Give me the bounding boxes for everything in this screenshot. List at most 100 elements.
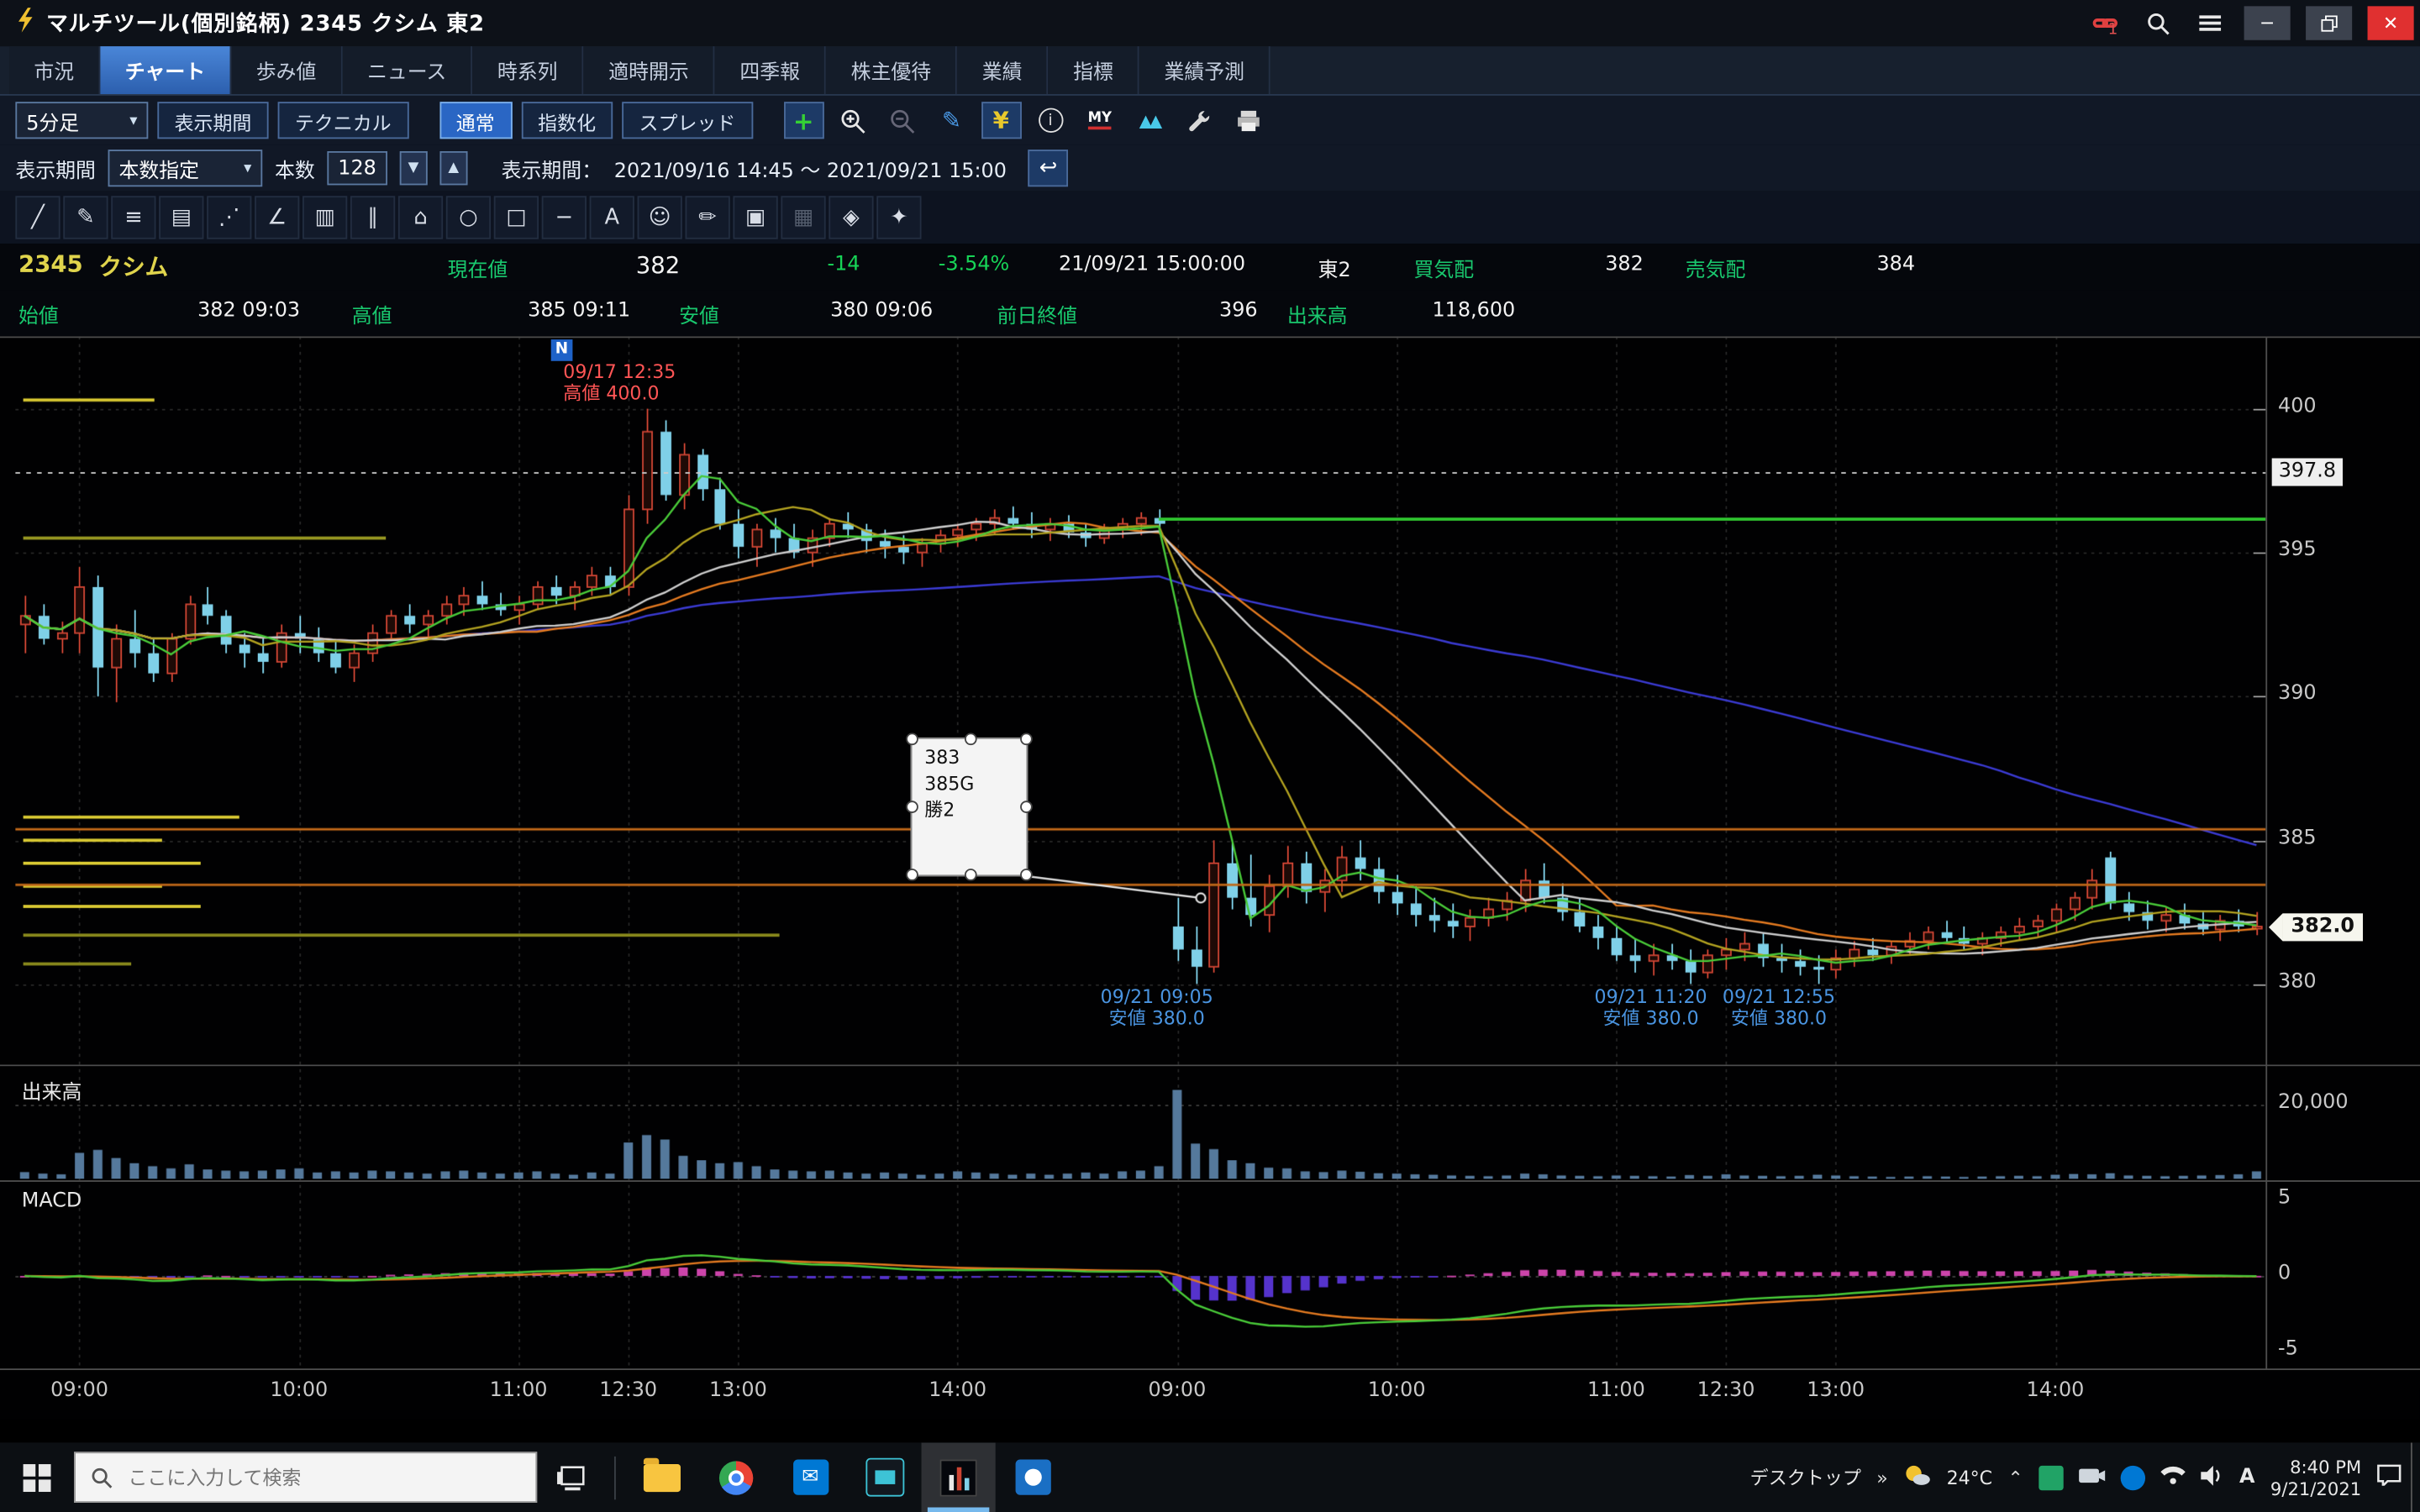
taskbar-clock[interactable]: 8:40 PM 9/21/2021	[2270, 1456, 2361, 1499]
high-label: 高値	[352, 299, 392, 328]
fibonacci-tool[interactable]: ⋰	[207, 196, 251, 239]
print-button[interactable]	[1228, 102, 1268, 139]
icon-stamp-tool[interactable]: ☺	[638, 196, 682, 239]
mode-spread-button[interactable]: スプレッド	[622, 102, 752, 139]
ime-mode-indicator[interactable]: A	[2239, 1466, 2254, 1489]
zoom-out-button[interactable]	[882, 102, 923, 139]
notification-center-icon[interactable]	[2377, 1464, 2402, 1490]
grid-lines-tool[interactable]: ▤	[159, 196, 203, 239]
speaker-icon[interactable]	[2201, 1465, 2224, 1489]
show-desktop-button[interactable]	[2411, 1442, 2420, 1512]
angle-line-tool[interactable]: ∠	[255, 196, 299, 239]
pentagon-tool[interactable]: ⌂	[398, 196, 443, 239]
taskbar-search-box[interactable]	[74, 1452, 537, 1503]
tab-timeseries[interactable]: 時系列	[473, 46, 584, 94]
my-chart-button[interactable]: MY	[1080, 102, 1120, 139]
vertical-lines-tool[interactable]: ▥	[302, 196, 347, 239]
display-period-button[interactable]: 表示期間	[157, 102, 268, 139]
rectangle-tool[interactable]: □	[494, 196, 539, 239]
settings-button[interactable]	[1178, 102, 1218, 139]
restore-button[interactable]	[2306, 6, 2352, 39]
tab-earnings-forecast[interactable]: 業績予測	[1139, 46, 1270, 94]
open-label: 始値	[18, 299, 59, 328]
mail-app[interactable]: ✉	[773, 1442, 847, 1512]
period-mode-select[interactable]: 本数指定▾	[108, 150, 263, 186]
bar-count-down-button[interactable]: ▼	[399, 151, 427, 185]
horizontal-segment-tool[interactable]: −	[542, 196, 587, 239]
file-explorer-app[interactable]	[625, 1442, 699, 1512]
locked-tool[interactable]: ▦	[781, 196, 825, 239]
horizontal-lines-tool[interactable]: ≡	[111, 196, 155, 239]
photos-app[interactable]	[996, 1442, 1070, 1512]
link-icon[interactable]: 1	[2086, 6, 2123, 39]
tab-news[interactable]: ニュース	[343, 46, 473, 94]
trading-app-active[interactable]	[922, 1442, 996, 1512]
tab-disclosure[interactable]: 適時開示	[584, 46, 715, 94]
mail-icon: ✉	[792, 1460, 828, 1495]
reset-period-button[interactable]: ↩	[1028, 150, 1069, 186]
technical-button[interactable]: テクニカル	[278, 102, 408, 139]
menu-icon[interactable]	[2191, 6, 2228, 39]
tab-market[interactable]: 市況	[9, 46, 100, 94]
note-line: 385G	[924, 771, 1026, 797]
ask-price: 384	[1876, 253, 1915, 276]
mode-indexed-button[interactable]: 指数化	[521, 102, 613, 139]
text-tool[interactable]: A	[590, 196, 634, 239]
volume-axis-label: 20,000	[2278, 1091, 2349, 1115]
clear-all-tool[interactable]: ✦	[876, 196, 921, 239]
chrome-app[interactable]	[699, 1442, 773, 1512]
panel-separator	[0, 336, 2420, 338]
parallel-channel-tool[interactable]: ∥	[350, 196, 395, 239]
drawn-note-box[interactable]: 383 385G 勝2	[911, 738, 1028, 876]
selection-handle[interactable]	[965, 869, 977, 881]
tray-green-app-icon[interactable]	[2039, 1465, 2063, 1489]
remote-screen-app[interactable]	[847, 1442, 921, 1512]
weather-icon[interactable]	[1903, 1462, 1931, 1492]
taskbar-search-input[interactable]	[125, 1464, 502, 1490]
info-button[interactable]: i	[1030, 102, 1071, 139]
yen-display-button[interactable]: ¥	[981, 102, 1021, 139]
interval-select[interactable]: 5分足▾	[15, 102, 148, 139]
camera-icon[interactable]	[2079, 1465, 2105, 1489]
bar-count-up-button[interactable]: ▲	[439, 151, 467, 185]
ellipse-tool[interactable]: ○	[446, 196, 491, 239]
tab-tick[interactable]: 歩み値	[231, 46, 342, 94]
selection-handle[interactable]	[1020, 801, 1033, 813]
selection-handle[interactable]	[906, 801, 918, 813]
zoom-in-button[interactable]	[833, 102, 873, 139]
start-button[interactable]	[0, 1442, 74, 1512]
tab-shareholder-benefits[interactable]: 株主優待	[826, 46, 957, 94]
price-chart-canvas[interactable]	[15, 336, 2265, 1370]
mode-normal-button[interactable]: 通常	[439, 102, 512, 139]
bar-count-input[interactable]: 128	[327, 151, 387, 185]
duplicate-tool[interactable]: ▣	[733, 196, 777, 239]
crayon-tool[interactable]: ✎	[63, 196, 108, 239]
tray-blue-app-icon[interactable]	[2121, 1465, 2145, 1489]
selection-handle[interactable]	[1020, 732, 1033, 745]
tab-shikiho[interactable]: 四季報	[715, 46, 826, 94]
task-view-button[interactable]	[537, 1442, 605, 1512]
chevron-right-icon[interactable]: »	[1876, 1467, 1887, 1488]
tab-earnings[interactable]: 業績	[957, 46, 1048, 94]
selection-handle[interactable]	[906, 732, 918, 745]
x-axis-label: 09:00	[1134, 1379, 1220, 1403]
news-badge[interactable]: N	[551, 339, 573, 361]
desktop-toolbar-label[interactable]: デスクトップ	[1750, 1464, 1861, 1490]
selection-handle[interactable]	[965, 732, 977, 745]
network-icon[interactable]	[2160, 1466, 2185, 1489]
trendline-tool[interactable]: ╱	[15, 196, 60, 239]
temperature-label[interactable]: 24°C	[1947, 1467, 1992, 1488]
pointer-pen-tool[interactable]: ✏	[686, 196, 730, 239]
selection-handle[interactable]	[1020, 869, 1033, 881]
display-settings-button[interactable]: ▲▲	[1129, 102, 1170, 139]
search-icon[interactable]	[2139, 6, 2176, 39]
tab-chart[interactable]: チャート	[100, 46, 231, 94]
selection-handle[interactable]	[906, 869, 918, 881]
close-button[interactable]: ✕	[2368, 6, 2414, 39]
minimize-button[interactable]: ─	[2244, 6, 2291, 39]
tab-indicators[interactable]: 指標	[1049, 46, 1139, 94]
chevron-up-icon[interactable]: ⌃	[2007, 1467, 2023, 1488]
draw-pencil-button[interactable]: ✎	[932, 102, 972, 139]
eraser-tool[interactable]: ◈	[829, 196, 873, 239]
add-chart-button[interactable]: +	[783, 102, 823, 139]
